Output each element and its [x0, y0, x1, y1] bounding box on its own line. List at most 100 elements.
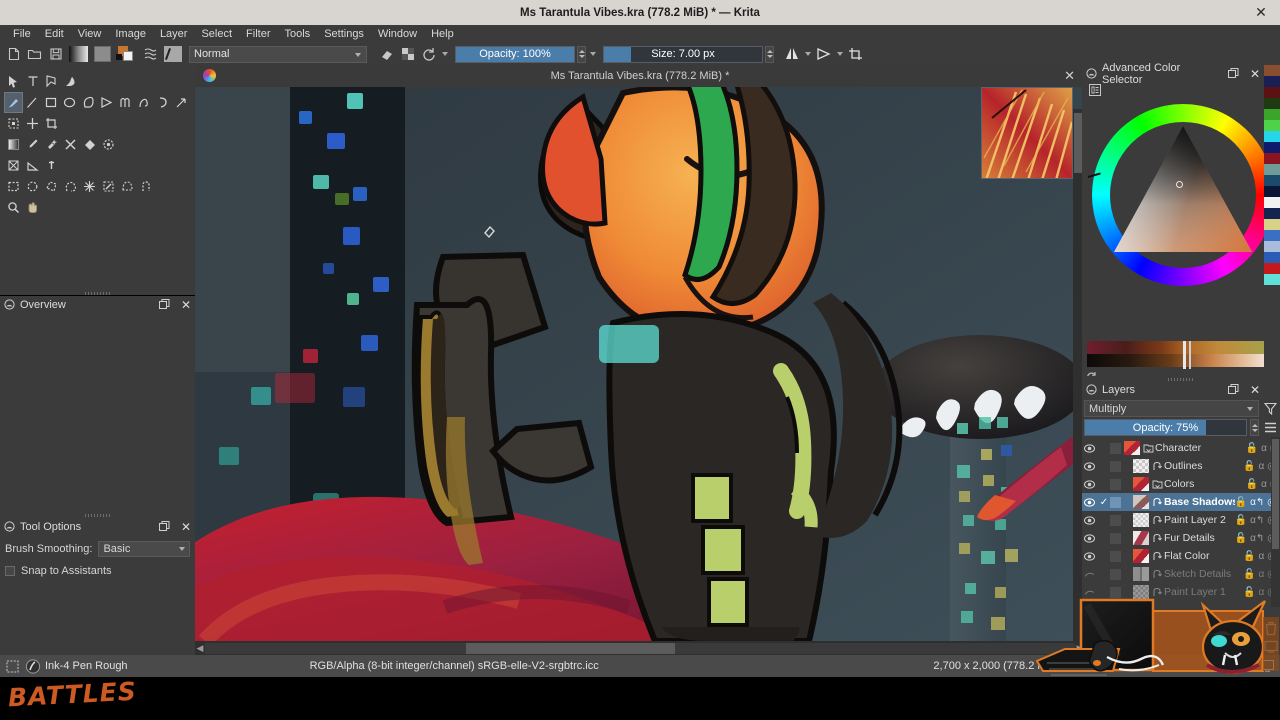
contiguous-selection-icon[interactable]	[80, 176, 99, 197]
layers-close-button[interactable]: ✕	[1250, 383, 1260, 397]
colorize-mask-icon[interactable]	[42, 134, 61, 155]
snap-to-assistants-checkbox[interactable]	[5, 566, 15, 576]
shade-row-bottom[interactable]	[1087, 354, 1264, 367]
lock-icon[interactable]: 🔓	[1235, 497, 1247, 508]
alpha-lock-icon[interactable]: α	[1258, 461, 1264, 472]
palette-swatch[interactable]	[1264, 76, 1280, 87]
layer-opacity-slider[interactable]: Opacity: 75%	[1084, 419, 1247, 436]
inherit-alpha-icon[interactable]	[1152, 515, 1164, 526]
layer-row-colors[interactable]: Colors 🔓 α ■	[1082, 475, 1280, 493]
rotation-dropdown-icon[interactable]	[440, 46, 449, 63]
menu-help[interactable]: Help	[424, 27, 461, 41]
palette-swatch[interactable]	[1264, 153, 1280, 164]
inherit-alpha-icon[interactable]	[1152, 551, 1164, 562]
opacity-slider[interactable]: Opacity: 100%	[455, 45, 575, 63]
crop-icon[interactable]	[42, 113, 61, 134]
enclose-and-fill-icon[interactable]	[99, 134, 118, 155]
palette-swatch[interactable]	[1264, 274, 1280, 285]
zoom-icon[interactable]	[4, 197, 23, 218]
elliptical-selection-icon[interactable]	[23, 176, 42, 197]
window-close-button[interactable]: ✕	[1250, 0, 1272, 25]
smart-patch-icon[interactable]	[61, 134, 80, 155]
palette-swatch[interactable]	[1264, 120, 1280, 131]
reference-images-icon[interactable]	[42, 155, 61, 176]
lock-icon[interactable]: 🔓	[1246, 479, 1258, 490]
lock-icon[interactable]: 🔓	[1235, 515, 1247, 526]
layer-select-box[interactable]	[1110, 550, 1121, 562]
canvas-tab-close-button[interactable]: ✕	[1064, 68, 1075, 84]
layer-select-box[interactable]	[1110, 514, 1121, 526]
brush-smoothing-combo[interactable]: Basic	[98, 541, 190, 557]
alpha-lock-icon[interactable]: α	[1261, 443, 1267, 454]
menu-settings[interactable]: Settings	[317, 27, 371, 41]
tool-options-float-button[interactable]	[158, 521, 170, 532]
layer-blend-mode-combo[interactable]: Multiply	[1084, 400, 1259, 417]
rectangular-selection-icon[interactable]	[4, 176, 23, 197]
size-slider[interactable]: Size: 7.00 px	[603, 45, 763, 63]
brush-editor-icon[interactable]	[162, 45, 184, 64]
palette-swatch[interactable]	[1264, 186, 1280, 197]
scroll-left-icon[interactable]: ◀	[195, 643, 205, 654]
preserve-alpha-icon[interactable]	[398, 45, 417, 64]
menu-tools[interactable]: Tools	[278, 27, 318, 41]
text-icon[interactable]	[23, 71, 42, 92]
fg-bg-color-icon[interactable]	[115, 45, 139, 64]
hscroll-thumb[interactable]	[466, 642, 675, 654]
palette-swatch[interactable]	[1264, 65, 1280, 76]
bezier-curve-icon[interactable]	[116, 92, 135, 113]
visibility-toggle-icon[interactable]	[1084, 479, 1098, 489]
visibility-toggle-icon[interactable]	[1084, 497, 1098, 507]
multibrush-icon[interactable]	[172, 92, 191, 113]
move-icon[interactable]	[23, 113, 42, 134]
layer-row-outlines[interactable]: Outlines 🔓 α ◎	[1082, 457, 1280, 475]
layer-row-character[interactable]: Character 🔓 α ■	[1082, 439, 1280, 457]
layer-select-box[interactable]	[1110, 478, 1121, 490]
menu-layer[interactable]: Layer	[153, 27, 195, 41]
layers-float-button[interactable]	[1227, 384, 1239, 395]
palette-swatch[interactable]	[1264, 164, 1280, 175]
layer-select-box[interactable]	[1110, 460, 1121, 472]
palette-swatch[interactable]	[1264, 142, 1280, 153]
overview-float-button[interactable]	[158, 299, 170, 310]
docker-grip[interactable]	[84, 292, 111, 295]
opacity-dropdown-icon[interactable]	[588, 46, 597, 63]
measure-icon[interactable]	[23, 155, 42, 176]
visibility-toggle-icon[interactable]	[1084, 515, 1098, 525]
shade-selector-strip[interactable]	[1087, 341, 1264, 369]
open-document-icon[interactable]	[25, 45, 44, 64]
menu-select[interactable]: Select	[194, 27, 239, 41]
visibility-toggle-icon[interactable]	[1084, 461, 1098, 471]
alpha-lock-icon[interactable]: α	[1261, 479, 1267, 490]
layer-row-flat-color[interactable]: Flat Color 🔓 α ◎	[1082, 547, 1280, 565]
menu-edit[interactable]: Edit	[38, 27, 71, 41]
edit-shapes-icon[interactable]	[42, 71, 61, 92]
tool-options-grip[interactable]	[84, 514, 111, 517]
color-selector-close-button[interactable]: ✕	[1250, 67, 1260, 81]
assistant-editor-icon[interactable]	[4, 155, 23, 176]
palette-swatch[interactable]	[1264, 263, 1280, 274]
artwork-canvas[interactable]	[195, 87, 1085, 641]
palette-swatch[interactable]	[1264, 98, 1280, 109]
freehand-path-icon[interactable]	[135, 92, 154, 113]
tool-options-close-button[interactable]: ✕	[181, 520, 191, 534]
palette-swatch[interactable]	[1264, 175, 1280, 186]
hscroll-track[interactable]	[205, 642, 1075, 654]
canvas-document-tab[interactable]: Ms Tarantula Vibes.kra (778.2 MiB) * ✕	[195, 65, 1085, 87]
layer-select-box[interactable]	[1110, 496, 1121, 508]
mirror-horizontal-icon[interactable]	[782, 45, 801, 64]
polygon-icon[interactable]	[79, 92, 98, 113]
color-picker-icon[interactable]	[23, 134, 42, 155]
layer-select-box[interactable]	[1110, 442, 1121, 454]
transform-icon[interactable]	[4, 113, 23, 134]
selection-mask-icon[interactable]	[6, 660, 19, 673]
alpha-inherit-icon[interactable]: α↰	[1250, 497, 1264, 508]
gradient-preview-icon[interactable]	[67, 45, 89, 64]
reset-rotation-icon[interactable]	[419, 45, 438, 64]
layers-scroll-thumb[interactable]	[1272, 439, 1279, 549]
palette-swatch[interactable]	[1264, 230, 1280, 241]
freehand-selection-icon[interactable]	[61, 176, 80, 197]
color-selector-settings-icon[interactable]	[1089, 84, 1101, 96]
hamburger-menu-icon[interactable]	[1262, 422, 1278, 433]
fill-icon[interactable]	[80, 134, 99, 155]
layer-active-check-icon[interactable]: ✓	[1098, 497, 1110, 508]
